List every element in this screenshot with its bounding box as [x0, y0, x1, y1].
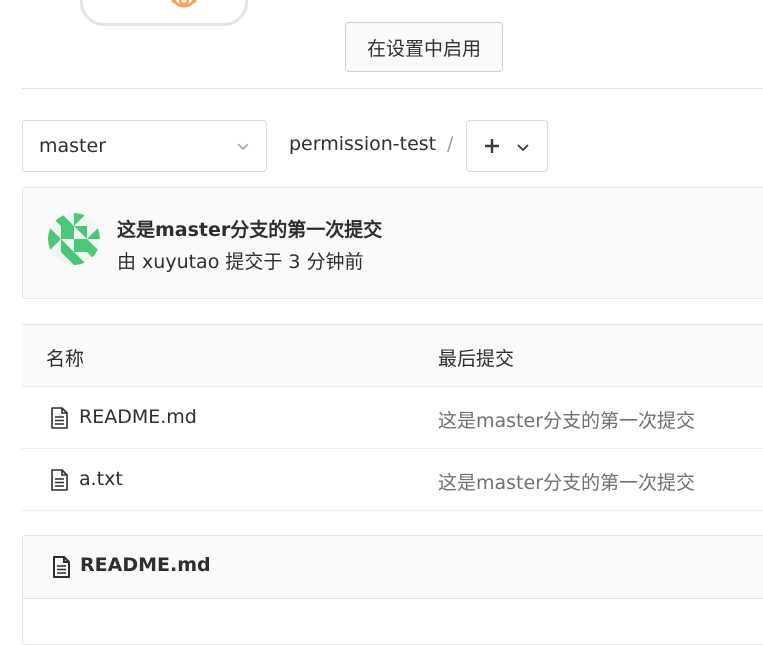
file-name-link[interactable]: README.md: [79, 406, 197, 428]
branch-select[interactable]: master: [22, 120, 267, 172]
enable-in-settings-button[interactable]: 在设置中启用: [345, 22, 503, 72]
file-commit-message[interactable]: 这是master分支的第一次提交: [438, 406, 695, 433]
column-header-last-commit: 最后提交: [438, 348, 515, 370]
chevron-down-icon: [517, 144, 529, 152]
gear-icon: [171, 0, 197, 8]
repo-path-link[interactable]: permission-test: [289, 133, 436, 155]
plus-icon: [485, 139, 499, 153]
file-commit-message[interactable]: 这是master分支的第一次提交: [438, 468, 695, 495]
add-file-dropdown-button[interactable]: [466, 120, 548, 172]
table-header: [22, 325, 763, 387]
file-icon: [51, 407, 68, 429]
file-icon: [51, 469, 68, 491]
commit-meta: 由 xuyutao 提交于 3 分钟前: [117, 251, 364, 273]
path-separator: /: [447, 133, 454, 155]
avatar[interactable]: [48, 213, 100, 265]
file-name-link[interactable]: a.txt: [79, 468, 123, 490]
column-header-name: 名称: [46, 348, 85, 370]
chevron-down-icon: [237, 143, 249, 151]
file-icon: [53, 556, 70, 578]
divider: [22, 88, 763, 89]
branch-select-value: master: [39, 135, 107, 157]
last-commit-panel: [22, 187, 763, 299]
readme-title: README.md: [80, 554, 211, 576]
empty-state-illustration: [80, 0, 248, 26]
commit-title[interactable]: 这是master分支的第一次提交: [117, 215, 382, 242]
